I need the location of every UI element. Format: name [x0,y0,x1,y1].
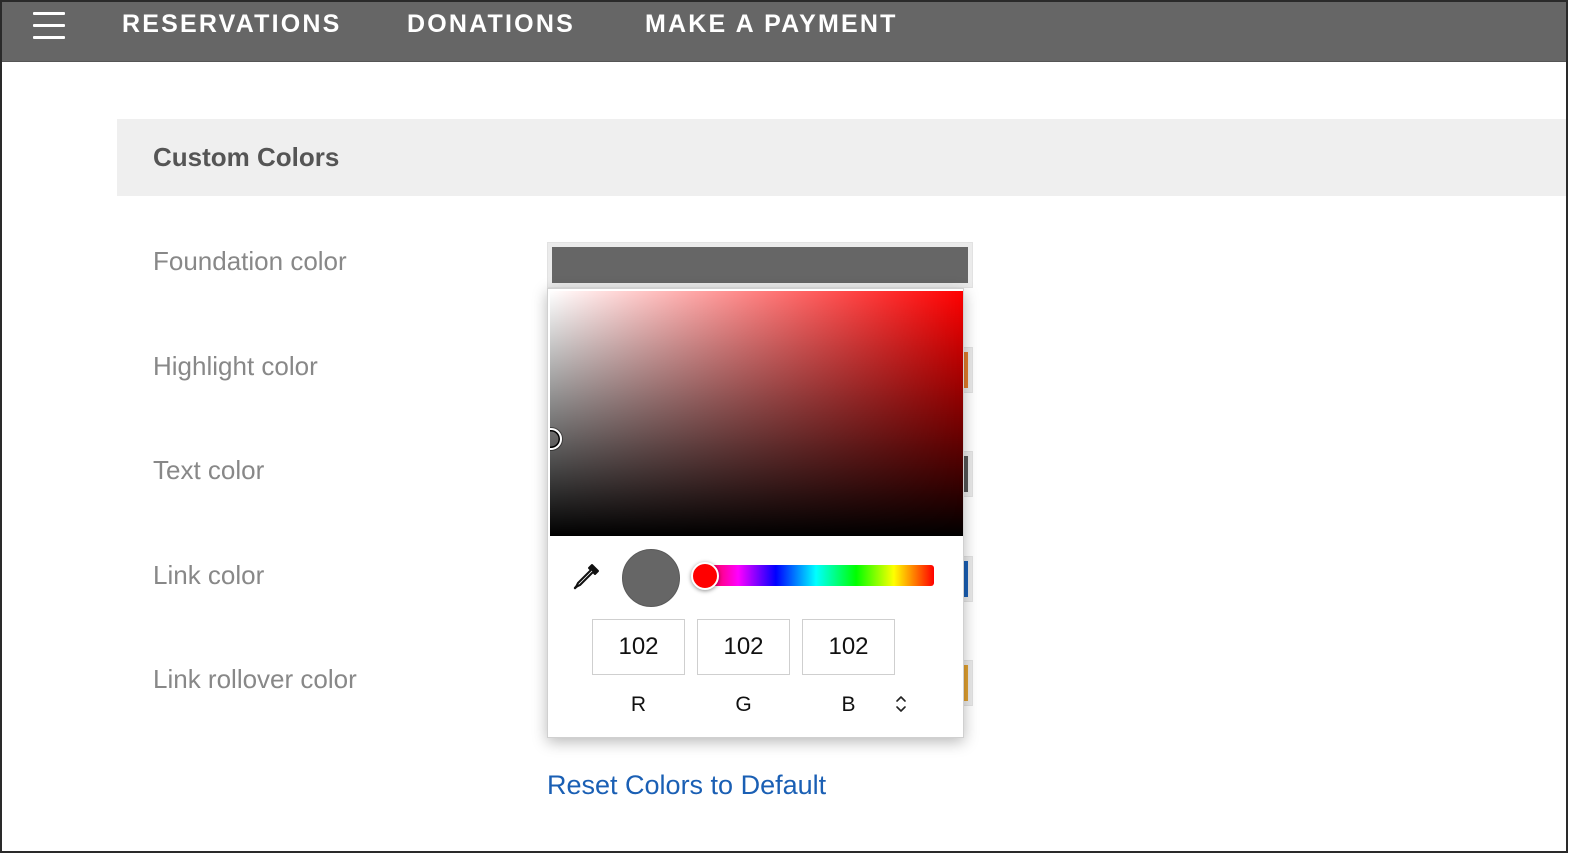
nav-make-a-payment[interactable]: MAKE A PAYMENT [645,10,898,39]
hamburger-menu-icon[interactable] [33,12,65,40]
nav-donations[interactable]: DONATIONS [407,10,575,39]
blue-label: B [841,693,856,716]
hue-slider[interactable] [691,562,934,590]
color-picker-popup: R G B [547,288,964,738]
reset-colors-link[interactable]: Reset Colors to Default [547,770,826,801]
green-value-input[interactable] [697,619,790,675]
nav-reservations[interactable]: RESERVATIONS [122,10,342,39]
green-label: G [735,693,752,716]
link-color-label: Link color [153,560,265,590]
swatch-fill [552,247,968,283]
foundation-color-label: Foundation color [153,246,347,276]
red-label: R [630,693,647,716]
up-down-chevron-icon[interactable] [893,693,909,715]
link-rollover-color-label: Link rollover color [153,664,357,694]
highlight-color-label: Highlight color [153,351,318,381]
saturation-handle[interactable] [550,428,562,450]
section-title: Custom Colors [153,142,340,172]
eyedropper-icon[interactable] [570,561,602,593]
foundation-color-swatch[interactable] [547,242,973,288]
red-value-input[interactable] [592,619,685,675]
app-frame: RESERVATIONS DONATIONS MAKE A PAYMENT Cu… [0,0,1568,853]
hue-slider-handle[interactable] [691,562,719,590]
text-color-label: Text color [153,455,265,485]
blue-value-input[interactable] [802,619,895,675]
saturation-brightness-area[interactable] [550,291,963,536]
top-navigation: RESERVATIONS DONATIONS MAKE A PAYMENT [2,2,1566,62]
color-preview-circle [622,549,680,607]
custom-colors-header: Custom Colors [117,119,1566,196]
